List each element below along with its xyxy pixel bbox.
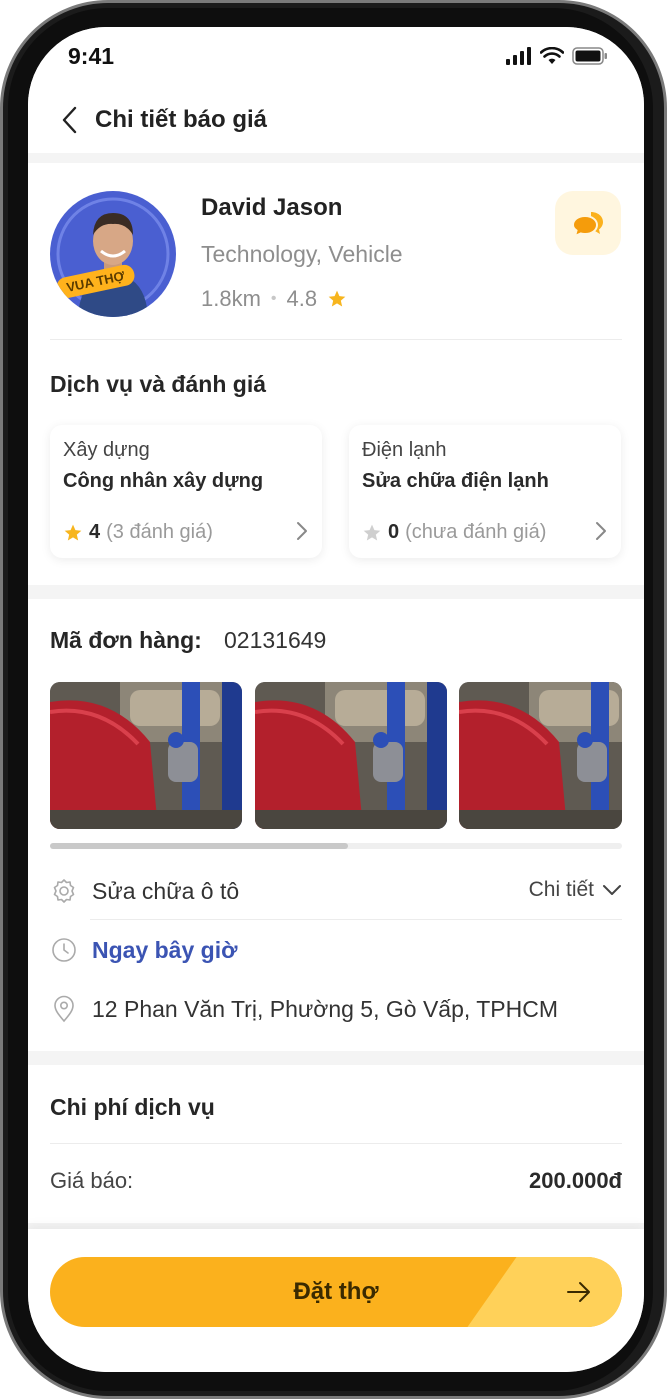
service-type: Điện lạnh — [362, 439, 447, 461]
star-icon — [363, 524, 381, 540]
car-repair-photo — [459, 682, 622, 829]
meta-separator: • — [270, 290, 277, 307]
detail-label: Chi tiết — [528, 878, 594, 901]
divider — [90, 919, 622, 920]
photo-scrollbar[interactable] — [50, 843, 348, 849]
provider-name: David Jason — [201, 194, 343, 221]
provider-rating: 4.8 — [286, 286, 318, 311]
service-rating-value: 4 — [89, 521, 101, 543]
cost-section — [28, 1065, 644, 1223]
cost-title: Chi phí dịch vụ — [50, 1094, 215, 1120]
status-icons — [506, 47, 608, 65]
chevron-right-icon — [297, 522, 307, 540]
services-title: Dịch vụ và đánh giá — [50, 371, 266, 397]
star-icon — [328, 290, 346, 307]
service-review-count: (3 đánh giá) — [106, 521, 213, 543]
quote-value: 200.000đ — [529, 1168, 622, 1193]
provider-distance: 1.8km — [201, 286, 261, 311]
service-card-construction[interactable]: Xây dựng Công nhân xây dựng 4 (3 đánh gi… — [50, 425, 322, 558]
star-icon — [64, 524, 82, 540]
gear-icon — [50, 877, 78, 905]
provider-meta: 1.8km • 4.8 — [201, 286, 347, 312]
order-code-label: Mã đơn hàng: — [50, 627, 202, 653]
book-button-label: Đặt thợ — [293, 1278, 379, 1305]
order-code: 02131649 — [224, 627, 327, 653]
screen: 9:41 Chi tiết báo giá VUA THỢ David Jaso… — [28, 27, 644, 1372]
car-repair-photo — [50, 682, 242, 829]
wifi-icon — [540, 47, 564, 64]
detail-toggle[interactable]: Chi tiết — [529, 878, 622, 902]
order-photo[interactable] — [459, 682, 622, 829]
provider-photo — [53, 194, 173, 317]
service-name: Sửa chữa ô tô — [92, 877, 240, 904]
book-button[interactable]: Đặt thợ — [50, 1257, 622, 1327]
divider — [50, 1143, 622, 1144]
header: Chi tiết báo giá — [28, 89, 644, 153]
order-photo[interactable] — [255, 682, 447, 829]
divider — [50, 339, 622, 340]
service-name: Công nhân xây dựng — [63, 470, 264, 492]
status-time: 9:41 — [68, 43, 115, 69]
service-address: 12 Phan Văn Trị, Phường 5, Gò Vấp, TPHCM — [92, 995, 559, 1022]
clock-icon — [50, 936, 78, 964]
car-repair-photo — [255, 682, 447, 829]
service-time: Ngay bây giờ — [92, 936, 238, 963]
service-rating: 0 (chưa đánh giá) — [362, 521, 546, 544]
chevron-down-icon — [603, 885, 621, 895]
arrow-right-icon — [567, 1282, 590, 1302]
status-bar: 9:41 — [28, 27, 644, 89]
signal-icon — [506, 47, 531, 65]
chevron-left-icon — [62, 106, 77, 134]
service-rating-value: 0 — [388, 521, 400, 543]
service-card-refrigeration[interactable]: Điện lạnh Sửa chữa điện lạnh 0 (chưa đán… — [349, 425, 621, 558]
chat-icon — [571, 212, 603, 238]
service-review-count: (chưa đánh giá) — [405, 521, 547, 543]
chevron-right-icon — [596, 522, 606, 540]
order-photo[interactable] — [50, 682, 242, 829]
service-name: Sửa chữa điện lạnh — [362, 470, 549, 492]
back-button[interactable] — [54, 103, 84, 137]
location-pin-icon — [50, 995, 78, 1023]
service-type: Xây dựng — [63, 439, 150, 461]
time-row: Ngay bây giờ — [50, 925, 622, 975]
service-rating: 4 (3 đánh giá) — [63, 521, 213, 544]
quote-label: Giá báo: — [50, 1168, 134, 1193]
avatar: VUA THỢ — [50, 191, 176, 317]
chat-button[interactable] — [555, 191, 621, 255]
provider-category: Technology, Vehicle — [201, 241, 403, 267]
page-title: Chi tiết báo giá — [95, 106, 268, 133]
battery-icon — [572, 47, 607, 65]
address-row: 12 Phan Văn Trị, Phường 5, Gò Vấp, TPHCM — [50, 984, 622, 1034]
